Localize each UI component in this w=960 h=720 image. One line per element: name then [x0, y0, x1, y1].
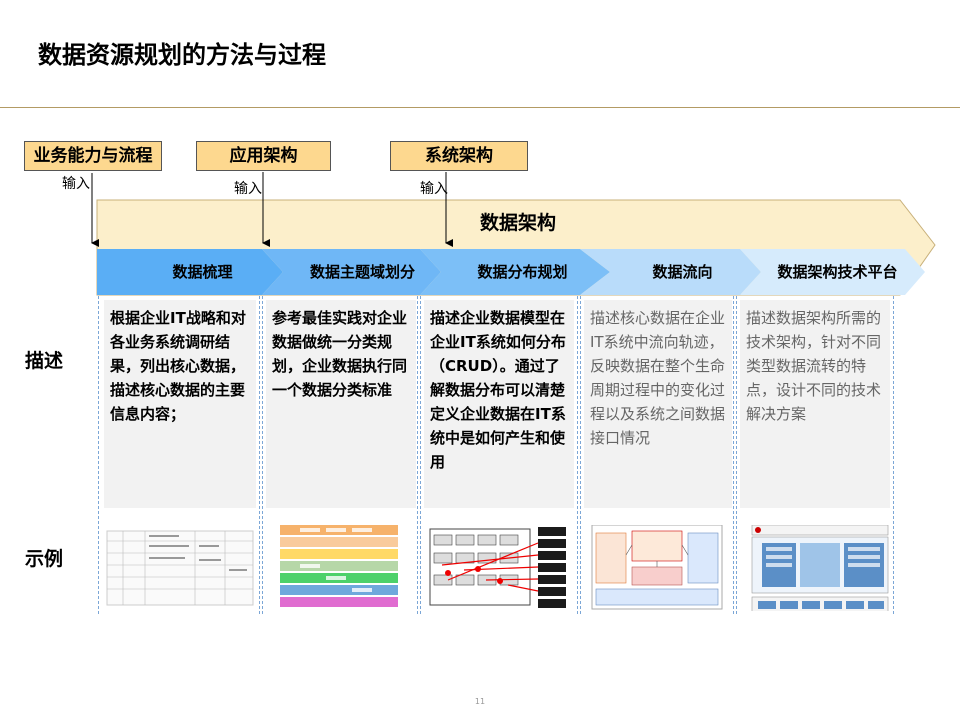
stage-label-2: 数据主题域划分 — [309, 263, 415, 281]
example-thumbnail-5 — [750, 525, 890, 611]
stage-label-1: 数据梳理 — [172, 263, 233, 281]
example-thumbnail-4 — [590, 525, 724, 611]
input-label-1: 输入 — [62, 176, 90, 192]
page-number: 11 — [474, 697, 486, 706]
description-1: 根据企业IT战略和对各业务系统调研结果，列出核心数据，描述核心数据的主要信息内容… — [104, 300, 256, 508]
stage-label-4: 数据流向 — [652, 263, 713, 281]
description-2: 参考最佳实践对企业数据做统一分类规划，企业数据执行同一个数据分类标准 — [266, 300, 416, 508]
input-box-system: 系统架构 — [390, 141, 528, 171]
example-thumbnail-3 — [428, 525, 570, 611]
input-label-2: 输入 — [234, 181, 262, 197]
description-4: 描述核心数据在企业IT系统中流向轨迹，反映数据在整个生命周期过程中的变化过程以及… — [584, 300, 732, 508]
row-label-description: 描述 — [25, 350, 64, 372]
stage-label-3: 数据分布规划 — [477, 263, 568, 281]
input-box-business: 业务能力与流程 — [24, 141, 162, 171]
example-thumbnail-1 — [105, 525, 255, 611]
description-5: 描述数据架构所需的技术架构，针对不同类型数据流转的特点，设计不同的技术解决方案 — [740, 300, 890, 508]
row-label-example: 示例 — [25, 548, 64, 570]
architecture-label: 数据架构 — [479, 212, 556, 234]
input-box-application: 应用架构 — [196, 141, 331, 171]
example-thumbnail-2 — [278, 525, 400, 611]
input-label-3: 输入 — [420, 181, 448, 197]
stage-label-5: 数据架构技术平台 — [777, 263, 898, 281]
description-3: 描述企业数据模型在企业IT系统如何分布（CRUD）。通过了解数据分布可以清楚定义… — [424, 300, 574, 508]
